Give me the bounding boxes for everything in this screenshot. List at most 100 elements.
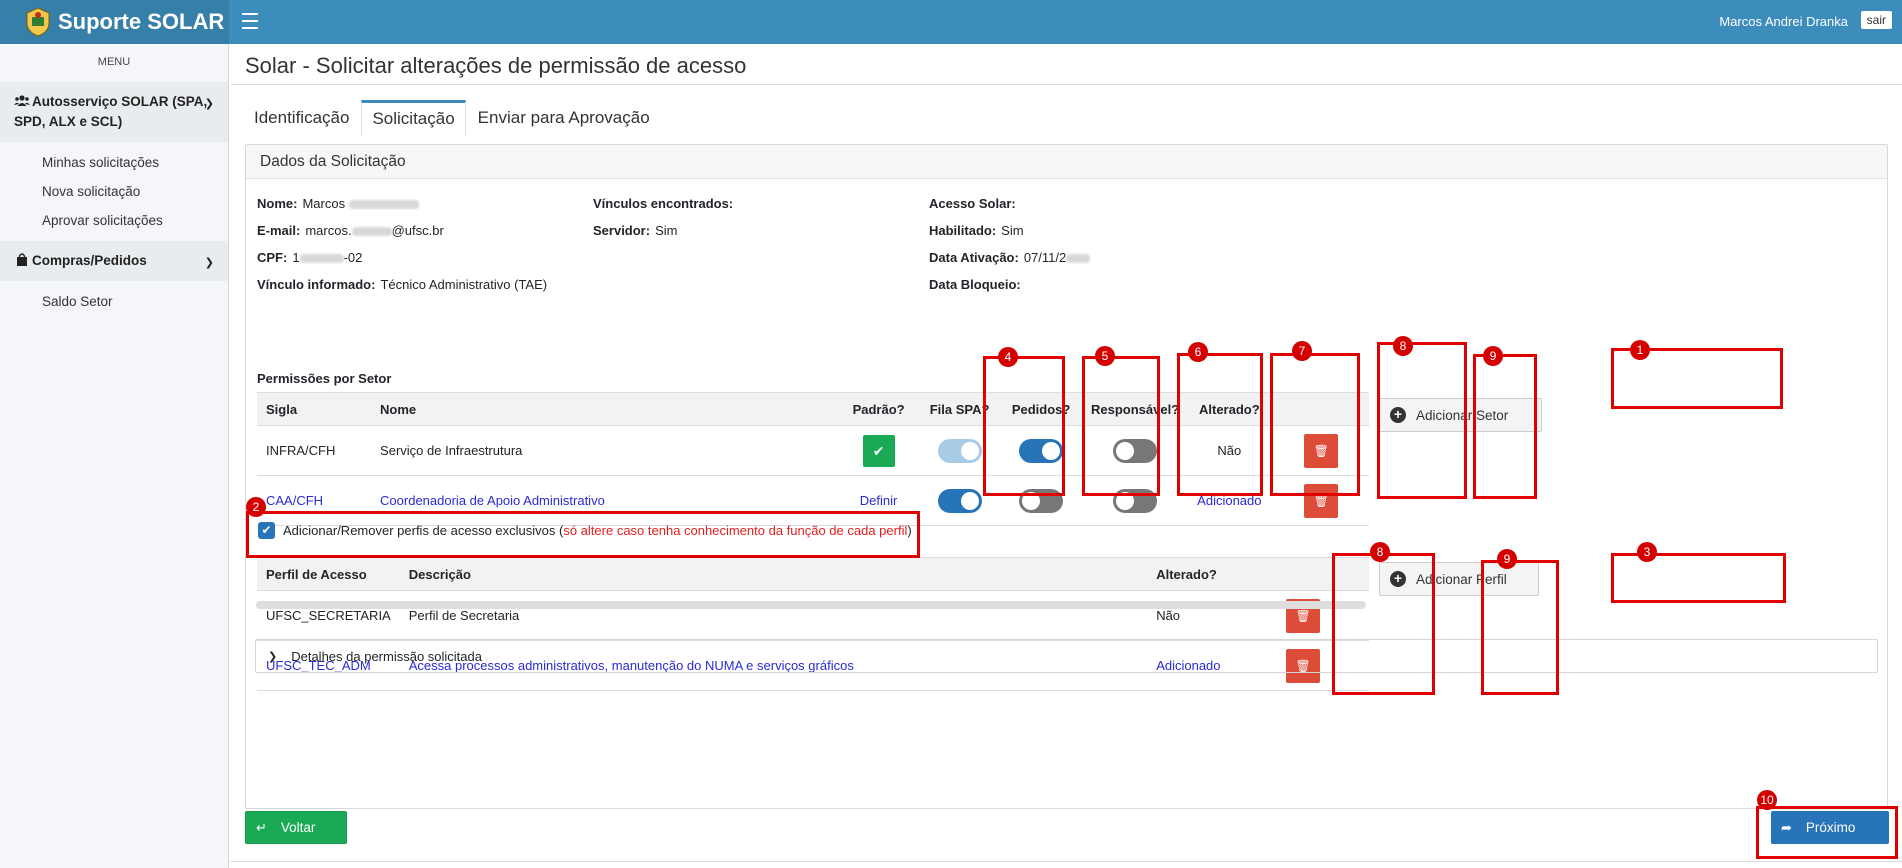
- checkbox-label: Adicionar/Remover perfis de acesso exclu…: [283, 523, 564, 538]
- annotation-number: 5: [1095, 346, 1115, 366]
- sidebar-item-minhas-solicitacoes[interactable]: Minhas solicitações: [0, 148, 228, 177]
- nome-value: Marcos: [302, 196, 346, 211]
- pedidos-toggle[interactable]: [1019, 488, 1064, 513]
- section-title-setores: Permissões por Setor: [257, 371, 392, 386]
- column-header: Padrão?: [838, 392, 919, 426]
- annotation-number: 7: [1292, 341, 1312, 361]
- sidebar-item-saldo-setor[interactable]: Saldo Setor: [0, 287, 228, 316]
- annotation-number: 10: [1757, 790, 1777, 810]
- column-header: Alterado?: [1188, 392, 1271, 426]
- acesso-info-column: Acesso Solar: Habilitado: Sim Data Ativaç…: [929, 190, 1091, 298]
- habilitado-value: Sim: [1001, 223, 1024, 238]
- sidebar-item-aprovar-solicitacoes[interactable]: Aprovar solicitações: [0, 206, 228, 235]
- nome-cell[interactable]: Coordenadoria de Apoio Administrativo: [371, 475, 839, 526]
- email-suffix: @ufsc.br: [391, 223, 444, 238]
- info-label: Servidor:: [593, 223, 651, 238]
- tab-solicitacao[interactable]: Solicitação: [361, 100, 466, 136]
- annotation-number: 1: [1630, 340, 1650, 360]
- back-label: Voltar: [280, 820, 316, 835]
- tab-enviar-aprovacao[interactable]: Enviar para Aprovação: [468, 100, 660, 136]
- divider: [230, 84, 1902, 85]
- checkbox-label-close: ): [907, 523, 912, 538]
- table-row: INFRA/CFH Serviço de Infraestrutura ✔ Nã…: [257, 425, 1369, 476]
- user-name[interactable]: Marcos Andrei Dranka: [1719, 14, 1848, 29]
- setores-table: Sigla Nome Padrão? Fila SPA? Pedidos? Re…: [257, 392, 1369, 526]
- info-label: Data Ativação:: [929, 250, 1019, 265]
- info-label: Acesso Solar:: [929, 196, 1016, 211]
- add-setor-button[interactable]: + Adicionar Setor: [1379, 398, 1542, 432]
- fila-spa-toggle: [937, 438, 982, 463]
- chevron-down-icon[interactable]: ❯: [205, 94, 214, 114]
- redacted: [299, 254, 344, 264]
- add-perfil-label: Adicionar Perfil: [1416, 571, 1507, 587]
- add-perfil-button[interactable]: + Adicionar Perfil: [1379, 562, 1539, 596]
- definir-link[interactable]: Definir: [838, 475, 919, 526]
- info-label: Vínculo informado:: [257, 277, 376, 292]
- annotation-number: 4: [998, 347, 1018, 367]
- alterado-cell: Adicionado: [1188, 475, 1271, 526]
- crest-icon: [26, 7, 50, 37]
- check-icon[interactable]: ✔: [862, 434, 895, 467]
- sigla-cell[interactable]: CAA/CFH: [257, 475, 372, 526]
- logout-button[interactable]: sair: [1860, 11, 1892, 29]
- sidebar: MENU Autosserviço SOLAR (SPA, SPD, ALX e…: [0, 44, 229, 868]
- info-label: Vínculos encontrados:: [593, 196, 734, 211]
- table-row: CAA/CFH Coordenadoria de Apoio Administr…: [257, 475, 1369, 526]
- sidebar-group-autosservico[interactable]: Autosserviço SOLAR (SPA, SPD, ALX e SCL)…: [0, 82, 228, 142]
- trash-icon[interactable]: 🗑: [1304, 483, 1339, 518]
- app-title: Suporte SOLAR: [58, 9, 225, 34]
- details-collapsible[interactable]: ❯ Detalhes da permissão solicitada: [255, 639, 1878, 673]
- shopping-bag-icon: [17, 253, 27, 266]
- info-label: Nome:: [257, 196, 298, 211]
- back-button[interactable]: ↵ Voltar: [245, 811, 347, 844]
- column-header: Nome: [371, 392, 839, 426]
- sidebar-group-label: Autosserviço SOLAR (SPA, SPD, ALX e SCL): [14, 94, 208, 129]
- vinculo-informado-value: Técnico Administrativo (TAE): [380, 277, 548, 292]
- sidebar-item-nova-solicitacao[interactable]: Nova solicitação: [0, 177, 228, 206]
- info-label: Habilitado:: [929, 223, 997, 238]
- tab-identificacao[interactable]: Identificação: [244, 100, 359, 136]
- reply-icon: ↵: [256, 819, 267, 835]
- user-info-column: Nome: Marcos E-mail: marcos. @ufsc.br CPF: 1…: [257, 190, 547, 298]
- alterado-cell: Não: [1188, 425, 1271, 476]
- column-header: Responsável?: [1082, 392, 1189, 426]
- plus-circle-icon: +: [1390, 407, 1406, 423]
- column-header: Fila SPA?: [918, 392, 1001, 426]
- sidebar-group-compras[interactable]: Compras/Pedidos ❯: [0, 241, 228, 281]
- data-ativacao-value: 07/11/2: [1023, 250, 1067, 265]
- responsavel-toggle[interactable]: [1113, 488, 1158, 513]
- checkbox-checked-icon[interactable]: ✔: [258, 522, 275, 539]
- perfil-cell: UFSC_SECRETARIA: [257, 590, 400, 641]
- info-label: E-mail:: [257, 223, 301, 238]
- trash-icon[interactable]: 🗑: [1304, 433, 1339, 468]
- responsavel-toggle[interactable]: [1113, 438, 1158, 463]
- pedidos-toggle[interactable]: [1019, 438, 1064, 463]
- horizontal-scrollbar[interactable]: [256, 601, 1366, 609]
- chevron-down-icon[interactable]: ❯: [205, 253, 214, 273]
- redacted: [351, 227, 392, 237]
- menu-toggle-icon[interactable]: [242, 13, 258, 29]
- perfis-exclusivos-checkbox-row[interactable]: ✔ Adicionar/Remover perfis de acesso exc…: [258, 522, 912, 539]
- column-header: Sigla: [257, 392, 372, 426]
- fila-spa-toggle[interactable]: [937, 488, 982, 513]
- servidor-value: Sim: [655, 223, 678, 238]
- cpf-suffix: -02: [343, 250, 363, 265]
- alterado-cell: Não: [1147, 590, 1240, 641]
- menu-header: MENU: [97, 56, 131, 68]
- descricao-cell: Perfil de Secretaria: [399, 590, 1148, 641]
- annotation-number: 9: [1497, 549, 1517, 569]
- chevron-right-icon: ❯: [268, 650, 278, 663]
- tab-bar: Identificação Solicitação Enviar para Ap…: [244, 100, 662, 136]
- annotation-number: 8: [1393, 336, 1413, 356]
- next-button[interactable]: ➦ Próximo: [1771, 811, 1889, 844]
- brand-logo[interactable]: Suporte SOLAR: [0, 0, 229, 44]
- solicitation-card: Dados da Solicitação Nome: Marcos E-mail:…: [245, 144, 1888, 809]
- info-label: Data Bloqueio:: [929, 277, 1021, 292]
- share-arrow-icon: ➦: [1781, 819, 1792, 835]
- checkbox-warning: só altere caso tenha conhecimento da fun…: [563, 523, 908, 538]
- redacted: [348, 200, 419, 210]
- redacted: [1066, 254, 1091, 264]
- sidebar-group-label: Compras/Pedidos: [32, 253, 147, 268]
- plus-circle-icon: +: [1390, 571, 1406, 587]
- add-setor-label: Adicionar Setor: [1416, 407, 1509, 423]
